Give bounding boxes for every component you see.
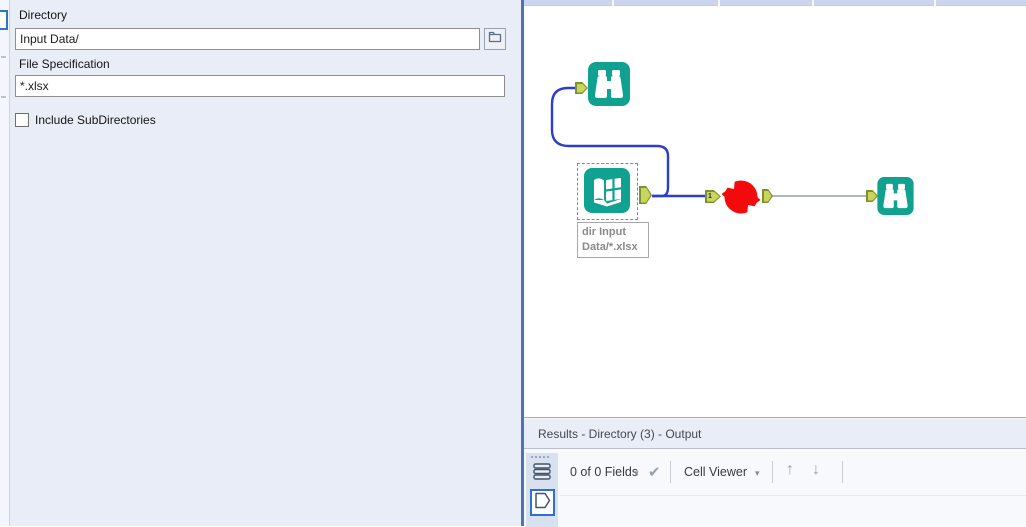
results-view-strip: [526, 453, 558, 527]
edge-mark: [1, 96, 6, 98]
down-arrow-icon[interactable]: ↓: [812, 461, 820, 479]
results-header-title: Results - Directory (3) - Output: [538, 426, 702, 441]
running-spinner-icon: [721, 178, 761, 216]
results-panel: Results - Directory (3) - Output 0 of 0 …: [524, 417, 1026, 527]
include-subdirs-label: Include SubDirectories: [35, 113, 156, 127]
annotation-line1: dir Input: [582, 226, 626, 238]
apply-check-icon[interactable]: ✔: [648, 463, 661, 481]
directory-label: Directory: [19, 8, 68, 22]
directory-input[interactable]: [15, 28, 480, 50]
directory-output-anchor[interactable]: [639, 186, 652, 204]
browse-folder-button[interactable]: [484, 28, 506, 50]
folder-icon: [488, 30, 502, 48]
configuration-panel: Directory File Specification Include Sub…: [0, 0, 521, 526]
fields-dropdown-caret-icon[interactable]: ▾: [634, 468, 639, 479]
running-tool-output-anchor[interactable]: [762, 189, 773, 203]
include-subdirs-checkbox[interactable]: [15, 113, 29, 127]
connection-number: 1: [708, 193, 712, 200]
toolbar-separator: [772, 461, 773, 483]
fields-summary[interactable]: 0 of 0 Fields: [570, 465, 638, 479]
toolbar-divider: [560, 495, 1026, 496]
running-tool-indicator[interactable]: [721, 177, 761, 222]
browse-top-input-anchor[interactable]: [575, 82, 588, 94]
file-spec-input[interactable]: [15, 75, 505, 97]
directory-tool[interactable]: [584, 168, 630, 218]
table-view-icon: [533, 462, 551, 485]
directory-annotation[interactable]: dir Input Data/*.xlsx: [577, 222, 649, 258]
grip-dots-icon[interactable]: [531, 456, 549, 458]
edge-mark: [1, 56, 6, 58]
metadata-view-button[interactable]: [530, 489, 555, 516]
annotation-line2: Data/*.xlsx: [582, 241, 638, 253]
running-tool-input-anchor[interactable]: 1: [705, 190, 721, 203]
cell-viewer-caret-icon[interactable]: ▾: [755, 468, 760, 479]
partial-tool-tab[interactable]: [0, 10, 8, 30]
table-view-button[interactable]: [530, 462, 554, 485]
cell-viewer-button[interactable]: Cell Viewer: [684, 465, 747, 479]
panel-edge-strip: [0, 0, 10, 526]
metadata-view-icon: [534, 492, 551, 514]
browse-tool-top[interactable]: [588, 62, 630, 111]
alteryx-designer-window: Directory File Specification Include Sub…: [0, 0, 1026, 527]
toolbar-separator: [842, 461, 843, 483]
results-header[interactable]: Results - Directory (3) - Output: [524, 419, 1026, 449]
up-arrow-icon[interactable]: ↑: [786, 461, 794, 479]
toolbar-separator: [670, 461, 671, 483]
browse-tool-right[interactable]: [877, 177, 914, 220]
file-spec-label: File Specification: [19, 57, 110, 71]
